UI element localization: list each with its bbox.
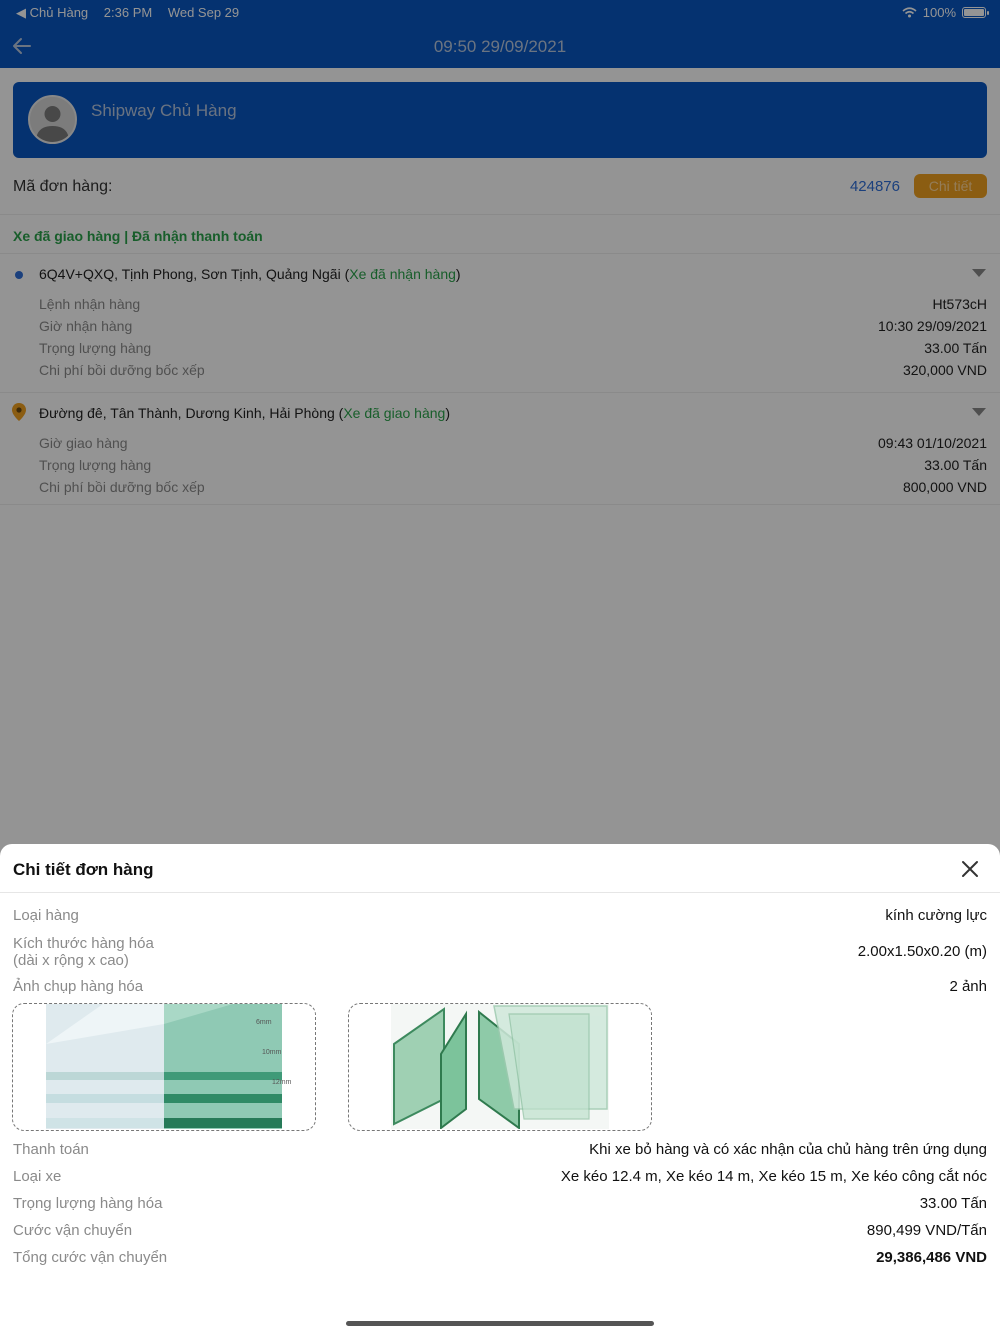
photo-mark: 10mm	[262, 1049, 282, 1056]
home-indicator[interactable]	[346, 1321, 654, 1326]
tempered-glass-layers-image: 6mm 10mm 12mm	[46, 1004, 292, 1129]
sheet-header: Chi tiết đơn hàng	[0, 844, 1000, 893]
sheet-title: Chi tiết đơn hàng	[13, 860, 154, 879]
photo-mark: 6mm	[256, 1019, 272, 1026]
goods-photo-1[interactable]: 6mm 10mm 12mm	[12, 1003, 316, 1131]
glass-panels-image	[391, 1004, 609, 1130]
photo-mark: 12mm	[272, 1079, 292, 1086]
close-icon[interactable]	[960, 859, 980, 879]
goods-photo-2[interactable]	[348, 1003, 652, 1131]
